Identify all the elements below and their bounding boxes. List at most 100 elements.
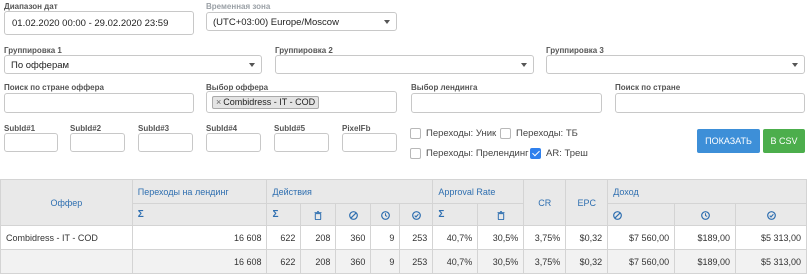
col-actions[interactable]: Действия xyxy=(266,179,434,204)
table-header-row: Оффер Переходы на лендинг Действия Appro… xyxy=(0,179,807,226)
total-income-ok: $5 313,00 xyxy=(735,249,807,274)
checkbox-ar-trash[interactable] xyxy=(530,148,541,159)
clock-icon xyxy=(700,210,710,220)
cell-income-cancel: $7 560,00 xyxy=(607,225,676,250)
pixelfb-label: PixelFb xyxy=(342,124,371,133)
clock-icon xyxy=(380,210,390,220)
subid2-input[interactable] xyxy=(70,133,125,152)
date-range-input[interactable]: 01.02.2020 00:00 - 29.02.2020 23:59 xyxy=(4,11,194,35)
cell-offer: Combidress - IT - COD xyxy=(0,225,133,250)
subid3-label: SubId#3 xyxy=(138,124,170,133)
table-total-row: 16 608 622 208 360 9 253 40,7% 30,5% 3,7… xyxy=(0,249,807,274)
trash-icon xyxy=(314,210,322,220)
subid1-label: SubId#1 xyxy=(4,124,36,133)
checkbox-tb-clicks[interactable] xyxy=(500,128,511,139)
col-income[interactable]: Доход xyxy=(607,179,807,204)
cell-actions-cancel: 360 xyxy=(335,225,372,250)
col-epc[interactable]: EPC xyxy=(565,179,609,226)
subcol-ar-sum[interactable]: Σ xyxy=(432,203,479,226)
checkbox-prelanding-clicks-label: Переходы: Прелендинг xyxy=(426,148,529,159)
show-button[interactable]: ПОКАЗАТЬ xyxy=(697,129,760,153)
total-clicks: 16 608 xyxy=(131,249,268,274)
checkbox-ar-trash-label: AR: Треш xyxy=(546,148,588,159)
subcol-actions-sum[interactable]: Σ xyxy=(266,203,302,226)
subid3-input[interactable] xyxy=(138,133,193,152)
csv-button[interactable]: В CSV xyxy=(763,129,805,153)
col-offer[interactable]: Оффер xyxy=(0,179,133,226)
subcol-actions-trash[interactable] xyxy=(300,203,337,226)
group2-label: Группировка 2 xyxy=(275,46,333,55)
country-label: Поиск по стране xyxy=(615,83,681,92)
chevron-down-icon xyxy=(792,63,798,67)
total-actions-sum: 622 xyxy=(266,249,302,274)
subcol-ar-trash[interactable] xyxy=(477,203,525,226)
check-circle-icon xyxy=(411,210,421,220)
total-actions-trash: 208 xyxy=(300,249,337,274)
total-income-wait: $189,00 xyxy=(674,249,737,274)
pixelfb-input[interactable] xyxy=(342,133,397,152)
group2-select[interactable] xyxy=(275,55,534,74)
check-circle-icon xyxy=(766,210,776,220)
landing-select-label: Выбор лендинга xyxy=(411,83,478,92)
subcol-actions-wait[interactable] xyxy=(370,203,401,226)
group3-value xyxy=(547,56,804,64)
checkbox-tb-clicks-label: Переходы: ТБ xyxy=(516,128,578,139)
chevron-down-icon xyxy=(384,20,390,24)
timezone-select[interactable]: (UTC+03:00) Europe/Moscow xyxy=(206,12,397,31)
col-cr[interactable]: CR xyxy=(523,179,567,226)
offer-country-label: Поиск по стране оффера xyxy=(4,83,104,92)
checkbox-unique-clicks[interactable] xyxy=(410,128,421,139)
table-row: Combidress - IT - COD 16 608 622 208 360… xyxy=(0,225,807,250)
sigma-icon: Σ xyxy=(438,209,445,220)
cell-actions-ok: 253 xyxy=(399,225,434,250)
total-epc: $0,32 xyxy=(565,249,609,274)
cancel-icon xyxy=(348,210,358,220)
col-landing-clicks[interactable]: Переходы на лендинг xyxy=(131,179,268,204)
offer-country-input[interactable] xyxy=(4,93,194,113)
chip-remove-icon[interactable]: × xyxy=(216,97,221,107)
cell-actions-wait: 9 xyxy=(370,225,401,250)
group1-label: Группировка 1 xyxy=(4,46,62,55)
total-actions-ok: 253 xyxy=(399,249,434,274)
subid4-label: SubId#4 xyxy=(206,124,238,133)
chevron-down-icon xyxy=(521,63,527,67)
col-approval-rate[interactable]: Approval Rate xyxy=(432,179,525,204)
landing-select-input[interactable] xyxy=(411,93,602,113)
cell-income-ok: $5 313,00 xyxy=(735,225,807,250)
country-input[interactable] xyxy=(615,93,805,113)
total-cr: 3,75% xyxy=(523,249,567,274)
subid1-input[interactable] xyxy=(4,133,58,152)
cell-actions-sum: 622 xyxy=(266,225,302,250)
group2-value xyxy=(276,56,533,64)
offer-select-input[interactable]: × Combidress - IT - COD xyxy=(206,91,397,113)
sigma-icon: Σ xyxy=(272,209,279,220)
subcol-clicks-sum[interactable]: Σ xyxy=(131,203,268,226)
subid4-input[interactable] xyxy=(206,133,261,152)
total-actions-wait: 9 xyxy=(370,249,401,274)
timezone-value: (UTC+03:00) Europe/Moscow xyxy=(213,17,339,28)
chevron-down-icon xyxy=(249,63,255,67)
subcol-income-wait[interactable] xyxy=(674,203,737,226)
subcol-income-ok[interactable] xyxy=(735,203,807,226)
subcol-actions-ok[interactable] xyxy=(399,203,434,226)
group3-select[interactable] xyxy=(546,55,805,74)
subid2-label: SubId#2 xyxy=(70,124,102,133)
checkbox-unique-clicks-label: Переходы: Уник xyxy=(426,128,497,139)
stats-table: Оффер Переходы на лендинг Действия Appro… xyxy=(0,179,807,274)
subcol-income-cancel[interactable] xyxy=(607,203,676,226)
subid5-input[interactable] xyxy=(274,133,329,152)
total-actions-cancel: 360 xyxy=(335,249,372,274)
offer-chip[interactable]: × Combidress - IT - COD xyxy=(212,96,320,109)
subcol-actions-cancel[interactable] xyxy=(335,203,372,226)
cell-ar-sum: 40,7% xyxy=(432,225,479,250)
cell-clicks: 16 608 xyxy=(131,225,268,250)
cancel-icon xyxy=(613,210,623,220)
date-range-value: 01.02.2020 00:00 - 29.02.2020 23:59 xyxy=(12,18,169,29)
trash-icon xyxy=(497,210,505,220)
checkbox-prelanding-clicks[interactable] xyxy=(410,148,421,159)
offer-chip-label: Combidress - IT - COD xyxy=(223,97,316,107)
timezone-label: Временная зона xyxy=(206,2,271,11)
group1-select[interactable]: По офферам xyxy=(4,55,262,74)
total-ar-trash: 30,5% xyxy=(477,249,525,274)
cell-income-wait: $189,00 xyxy=(674,225,737,250)
